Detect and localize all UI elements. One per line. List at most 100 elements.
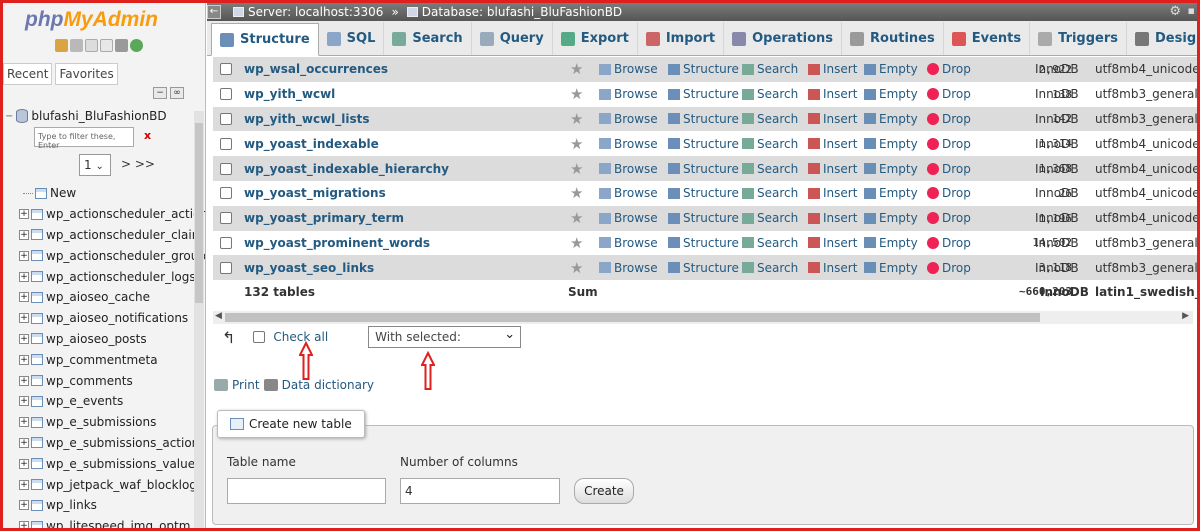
empty-action[interactable]: Empty: [864, 236, 918, 250]
browse-action[interactable]: Browse: [599, 112, 658, 126]
expand-icon[interactable]: +: [19, 500, 29, 511]
browse-action[interactable]: Browse: [599, 236, 658, 250]
expand-icon[interactable]: +: [19, 209, 29, 220]
horizontal-scrollbar[interactable]: ◀ ▶: [213, 311, 1193, 324]
table-name-link[interactable]: wp_yith_wcwl: [244, 87, 335, 101]
empty-action[interactable]: Empty: [864, 87, 918, 101]
settings-icon[interactable]: [115, 39, 128, 52]
empty-action[interactable]: Empty: [864, 211, 918, 225]
search-action[interactable]: Search: [742, 236, 798, 250]
sidebar-table-item[interactable]: + wp_actionscheduler_logs: [3, 266, 196, 287]
browse-action[interactable]: Browse: [599, 211, 658, 225]
structure-action[interactable]: Structure: [668, 62, 739, 76]
favorite-star-icon[interactable]: ★: [570, 160, 583, 178]
page-select[interactable]: 1 ⌄: [79, 154, 111, 176]
expand-icon[interactable]: +: [19, 250, 29, 261]
sidebar-table-item[interactable]: + wp_links: [3, 495, 193, 516]
docs-icon[interactable]: [85, 39, 98, 52]
structure-action[interactable]: Structure: [668, 211, 739, 225]
drop-action[interactable]: Drop: [927, 186, 971, 200]
docs2-icon[interactable]: [100, 39, 113, 52]
table-name-input[interactable]: [227, 478, 386, 504]
table-name-link[interactable]: wp_yoast_prominent_words: [244, 236, 430, 250]
row-checkbox[interactable]: [220, 187, 232, 200]
with-selected-dropdown[interactable]: With selected:: [368, 326, 522, 348]
expand-icon[interactable]: +: [19, 521, 29, 528]
tab-import[interactable]: Import: [638, 22, 725, 55]
sidebar-table-item[interactable]: + wp_commentmeta: [3, 349, 193, 370]
sidebar-table-item[interactable]: + wp_actionscheduler_claim: [3, 225, 203, 246]
empty-action[interactable]: Empty: [864, 261, 918, 275]
tab-events[interactable]: Events: [944, 22, 1031, 55]
drop-action[interactable]: Drop: [927, 261, 971, 275]
tab-export[interactable]: Export: [553, 22, 638, 55]
sidebar-scrollbar[interactable]: [194, 111, 204, 528]
expand-icon[interactable]: +: [19, 479, 29, 490]
sidebar-table-item[interactable]: + wp_jetpack_waf_blocklog: [3, 474, 197, 495]
back-arrow-icon[interactable]: ←: [207, 5, 221, 19]
breadcrumb-server[interactable]: Server: localhost:3306: [233, 5, 383, 19]
search-action[interactable]: Search: [742, 211, 798, 225]
row-checkbox[interactable]: [220, 236, 232, 249]
empty-action[interactable]: Empty: [864, 162, 918, 176]
structure-action[interactable]: Structure: [668, 162, 739, 176]
sidebar-table-item[interactable]: + wp_actionscheduler_action: [3, 204, 205, 225]
drop-action[interactable]: Drop: [927, 112, 971, 126]
favorite-star-icon[interactable]: ★: [570, 85, 583, 103]
browse-action[interactable]: Browse: [599, 162, 658, 176]
breadcrumb-database[interactable]: Database: blufashi_BluFashionBD: [406, 5, 622, 19]
tab-routines[interactable]: Routines: [842, 22, 944, 55]
phpmyadmin-logo[interactable]: phpMyAdmin: [25, 8, 158, 32]
drop-action[interactable]: Drop: [927, 62, 971, 76]
row-checkbox[interactable]: [220, 63, 232, 76]
reload-icon[interactable]: [130, 39, 143, 52]
table-name-link[interactable]: wp_yoast_indexable_hierarchy: [244, 162, 449, 176]
home-icon[interactable]: [55, 39, 68, 52]
sidebar-table-item[interactable]: + wp_e_submissions_action: [3, 433, 199, 454]
database-node[interactable]: − blufashi_BluFashionBD: [5, 109, 167, 123]
table-name-link[interactable]: wp_yoast_indexable: [244, 137, 379, 151]
browse-action[interactable]: Browse: [599, 62, 658, 76]
expand-icon[interactable]: +: [19, 229, 29, 240]
expand-icon[interactable]: +: [19, 458, 29, 469]
structure-action[interactable]: Structure: [668, 186, 739, 200]
new-table-item[interactable]: New: [3, 183, 193, 204]
tab-operations[interactable]: Operations: [724, 22, 843, 55]
favorites-tab[interactable]: Favorites: [55, 63, 118, 85]
search-action[interactable]: Search: [742, 112, 798, 126]
drop-action[interactable]: Drop: [927, 236, 971, 250]
structure-action[interactable]: Structure: [668, 87, 739, 101]
structure-action[interactable]: Structure: [668, 137, 739, 151]
drop-action[interactable]: Drop: [927, 87, 971, 101]
table-name-link[interactable]: wp_yoast_migrations: [244, 186, 386, 200]
search-action[interactable]: Search: [742, 62, 798, 76]
favorite-star-icon[interactable]: ★: [570, 184, 583, 202]
insert-action[interactable]: Insert: [808, 236, 857, 250]
empty-action[interactable]: Empty: [864, 62, 918, 76]
expand-icon[interactable]: +: [19, 396, 29, 407]
logout-icon[interactable]: [70, 39, 83, 52]
insert-action[interactable]: Insert: [808, 186, 857, 200]
row-checkbox[interactable]: [220, 112, 232, 125]
structure-action[interactable]: Structure: [668, 261, 739, 275]
tab-query[interactable]: Query: [472, 22, 553, 55]
sidebar-table-item[interactable]: + wp_litespeed_img_optm: [3, 516, 193, 528]
search-action[interactable]: Search: [742, 186, 798, 200]
browse-action[interactable]: Browse: [599, 261, 658, 275]
create-button[interactable]: Create: [574, 478, 634, 504]
search-action[interactable]: Search: [742, 162, 798, 176]
clear-filter-icon[interactable]: x: [144, 129, 151, 142]
table-name-link[interactable]: wp_yoast_seo_links: [244, 261, 374, 275]
sidebar-table-item[interactable]: + wp_aioseo_cache: [3, 287, 193, 308]
expand-icon[interactable]: +: [19, 375, 29, 386]
expand-icon[interactable]: +: [19, 437, 29, 448]
insert-action[interactable]: Insert: [808, 137, 857, 151]
tab-designer[interactable]: Designer: [1127, 22, 1200, 55]
favorite-star-icon[interactable]: ★: [570, 259, 583, 277]
sidebar-table-item[interactable]: + wp_e_submissions_values: [3, 453, 201, 474]
sidebar-table-item[interactable]: + wp_comments: [3, 370, 193, 391]
link-icon[interactable]: ∞: [170, 87, 184, 99]
sidebar-table-item[interactable]: + wp_actionscheduler_group: [3, 245, 205, 266]
favorite-star-icon[interactable]: ★: [570, 209, 583, 227]
sidebar-table-item[interactable]: + wp_aioseo_posts: [3, 329, 193, 350]
